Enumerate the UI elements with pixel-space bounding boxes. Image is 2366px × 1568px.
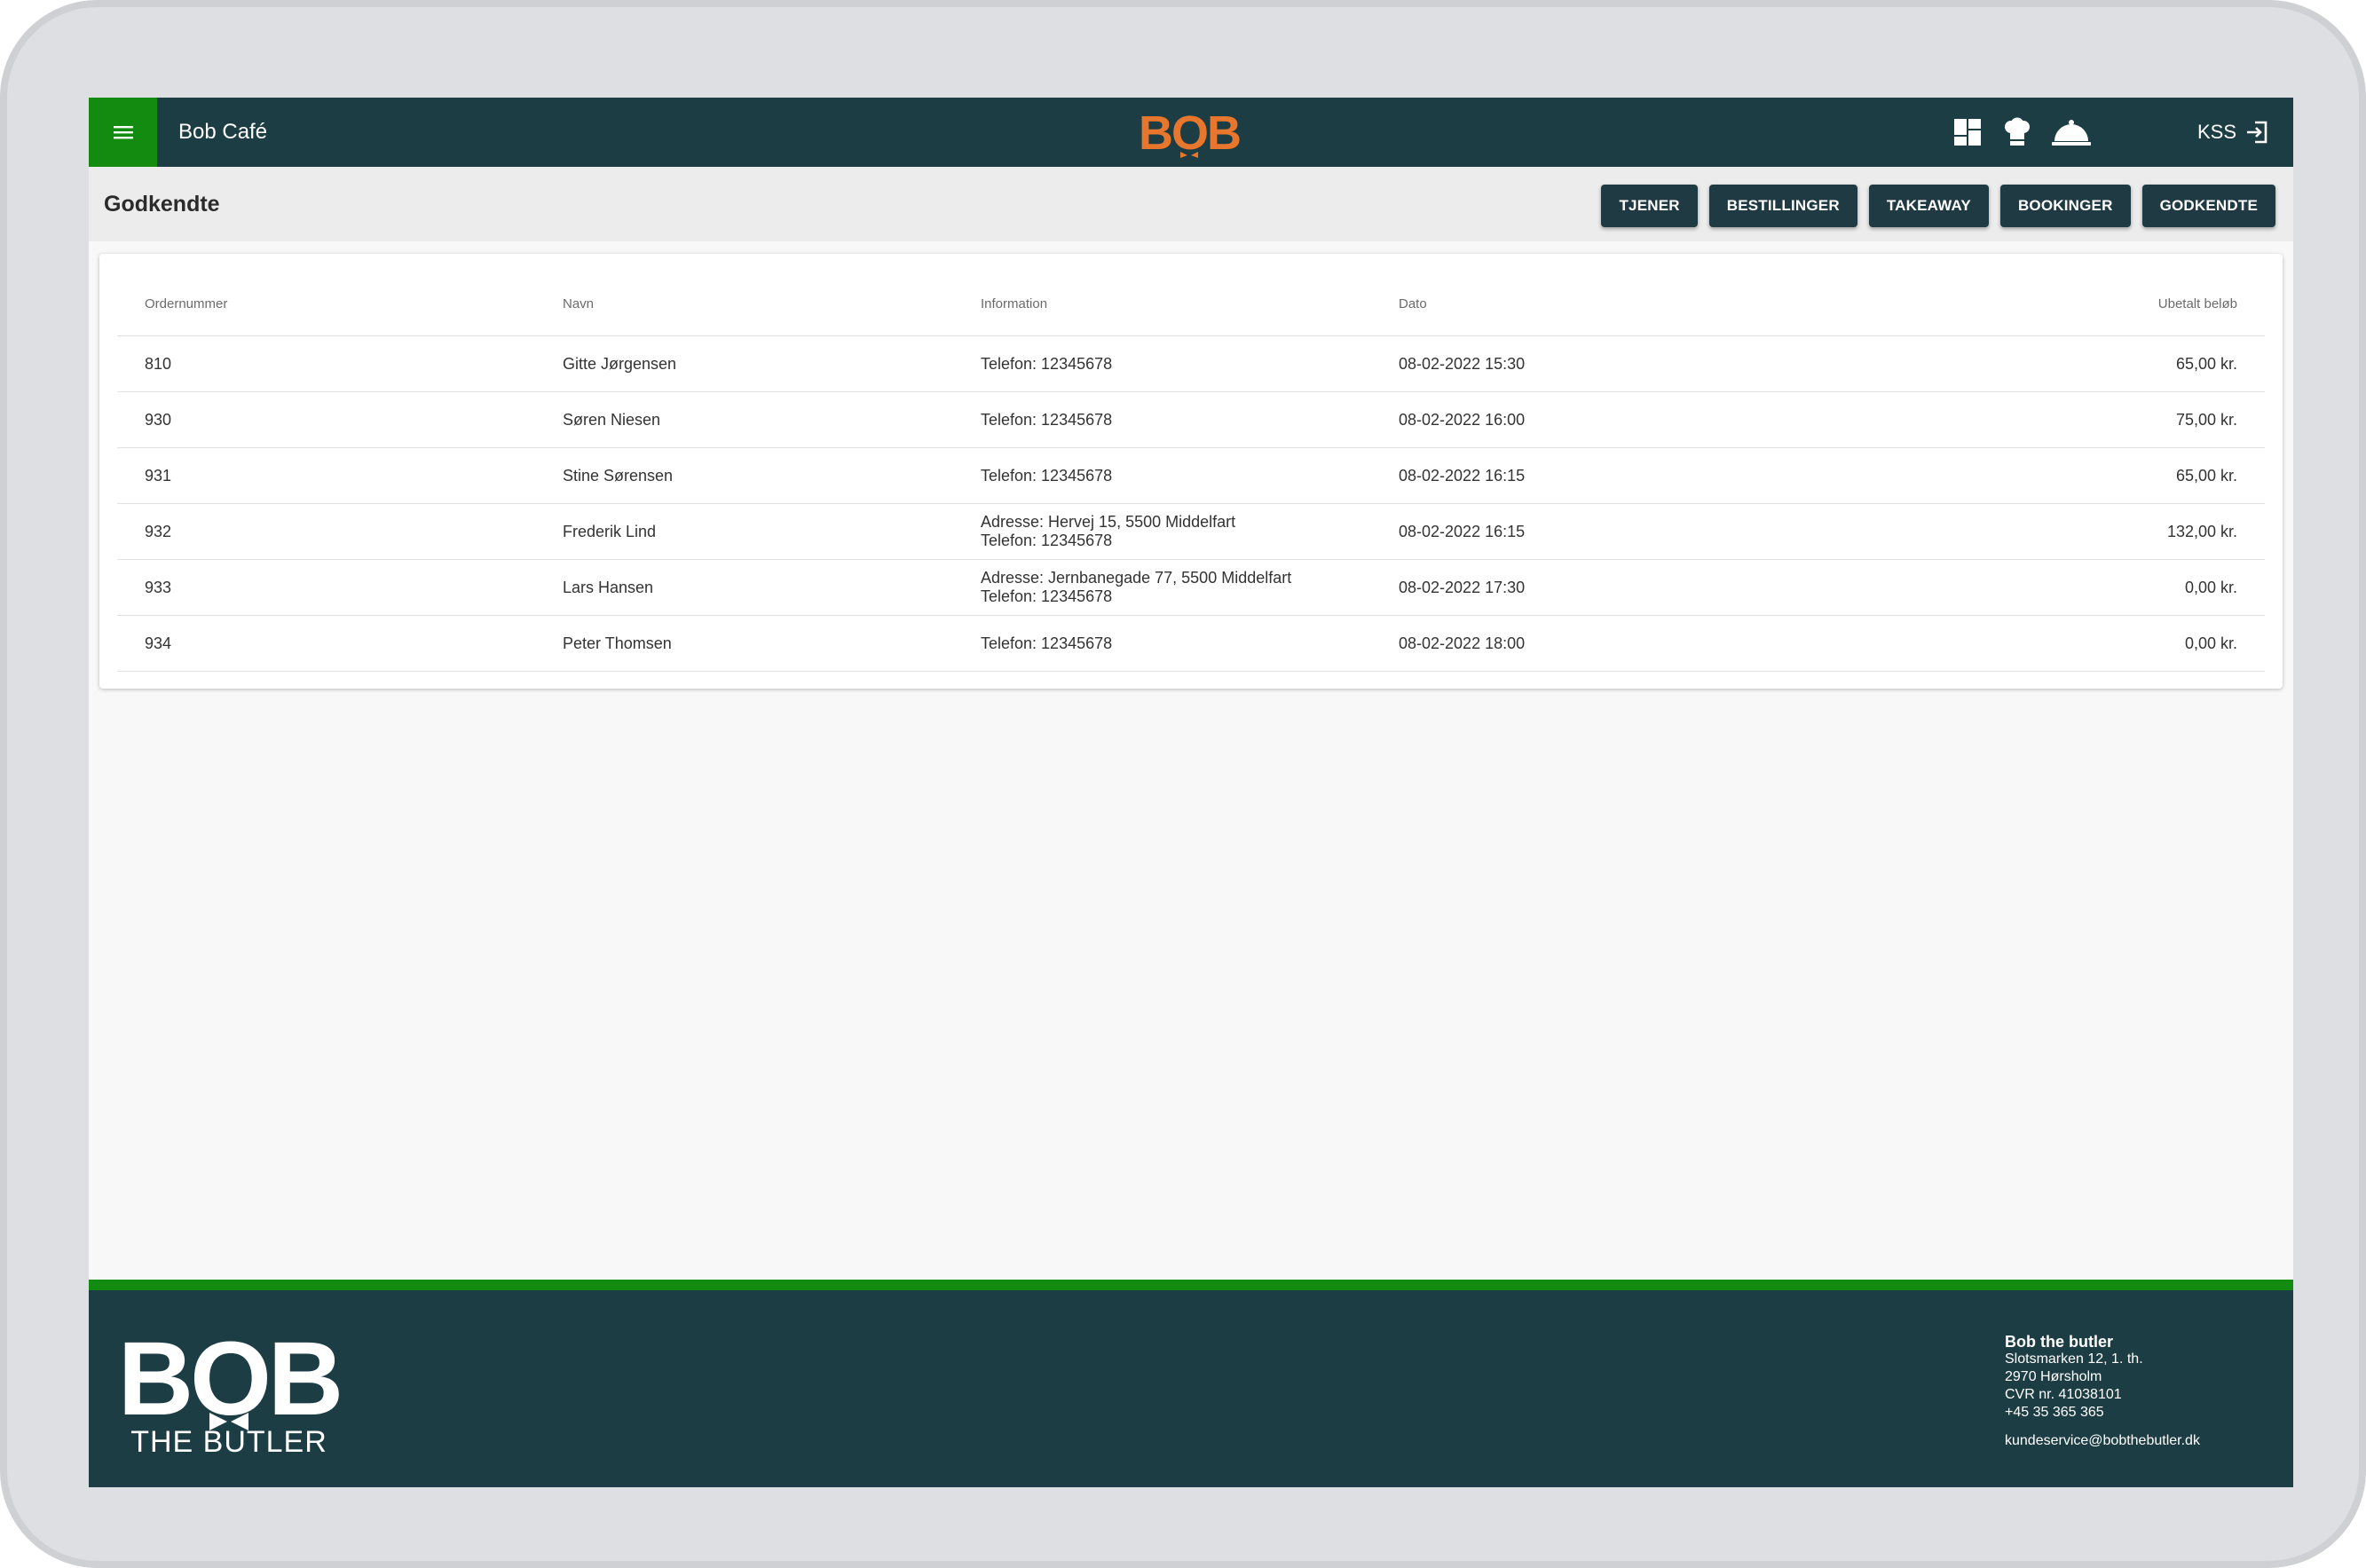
dashboard-button[interactable] (1952, 116, 1983, 148)
unpaid-amount: 0,00 kr. (1789, 559, 2265, 616)
bestillinger-button[interactable]: BESTILLINGER (1708, 185, 1857, 227)
table-header-row: Ordernummer Navn Information Dato Ubetal… (117, 272, 2265, 336)
logout-icon (2247, 121, 2267, 144)
sub-header: Godkendte TJENER BESTILLINGER TAKEAWAY B… (89, 167, 2293, 241)
orders-table: Ordernummer Navn Information Dato Ubetal… (117, 272, 2265, 672)
company-email[interactable]: kundeservice@bobthebutler.dk (2005, 1432, 2200, 1450)
footer-logo-text: BOB (121, 1324, 340, 1438)
unpaid-amount: 0,00 kr. (1789, 615, 2265, 672)
info-line: Telefon: 12345678 (981, 410, 1113, 429)
order-info: Telefon: 12345678 (953, 391, 1371, 448)
cloche-icon (2052, 120, 2091, 146)
column-header-date[interactable]: Dato (1371, 272, 1789, 336)
order-date: 08-02-2022 18:00 (1371, 615, 1789, 672)
company-address-line: 2970 Hørsholm (2005, 1369, 2102, 1384)
order-date: 08-02-2022 16:15 (1371, 447, 1789, 504)
logo-text: BOB (1139, 106, 1240, 158)
bookinger-button[interactable]: BOOKINGER (1999, 185, 2131, 227)
device-frame: Bob Café BOB KSS Godkendte TJENER BESTIL… (0, 0, 2366, 1568)
company-cvr: CVR nr. 41038101 (2005, 1387, 2122, 1402)
user-label: KSS (2196, 121, 2236, 143)
order-number: 933 (117, 559, 535, 616)
order-date: 08-02-2022 17:30 (1371, 559, 1789, 616)
user-logout[interactable]: KSS (2197, 98, 2268, 167)
order-info: Telefon: 12345678 (953, 615, 1371, 672)
order-info: Telefon: 12345678 (953, 447, 1371, 504)
dashboard-icon (1954, 119, 1981, 146)
customer-name: Stine Sørensen (535, 447, 953, 504)
unpaid-amount: 132,00 kr. (1789, 503, 2265, 560)
info-line: Adresse: Hervej 15, 5500 Middelfart (981, 513, 1236, 531)
order-info: Adresse: Hervej 15, 5500 Middelfart Tele… (953, 503, 1371, 560)
info-line: Adresse: Jernbanegade 77, 5500 Middelfar… (981, 569, 1292, 587)
table-row[interactable]: 932 Frederik Lind Adresse: Hervej 15, 55… (117, 503, 2265, 560)
bob-the-butler-logo: BOB THE BUTLER (121, 1324, 343, 1457)
table-row[interactable]: 810 Gitte Jørgensen Telefon: 12345678 08… (117, 335, 2265, 392)
info-line: Telefon: 12345678 (981, 532, 1113, 549)
top-icons (1952, 98, 2092, 167)
order-number: 930 (117, 391, 535, 448)
takeaway-button[interactable]: TAKEAWAY (1868, 185, 1989, 227)
info-line: Telefon: 12345678 (981, 634, 1113, 652)
table-row[interactable]: 934 Peter Thomsen Telefon: 12345678 08-0… (117, 615, 2265, 672)
order-date: 08-02-2022 16:00 (1371, 391, 1789, 448)
godkendte-button[interactable]: GODKENDTE (2141, 185, 2275, 227)
column-header-name[interactable]: Navn (535, 272, 953, 336)
column-header-unpaid-amount[interactable]: Ubetalt beløb (1789, 272, 2265, 336)
info-line: Telefon: 12345678 (981, 587, 1113, 605)
customer-name: Lars Hansen (535, 559, 953, 616)
column-header-order[interactable]: Ordernummer (117, 272, 535, 336)
kitchen-button[interactable] (2001, 116, 2033, 148)
table-row[interactable]: 933 Lars Hansen Adresse: Jernbanegade 77… (117, 559, 2265, 616)
footer-logo-subtitle: THE BUTLER (130, 1425, 327, 1457)
info-line: Telefon: 12345678 (981, 466, 1113, 485)
order-date: 08-02-2022 15:30 (1371, 335, 1789, 392)
service-button[interactable] (2051, 116, 2092, 148)
table-row[interactable]: 930 Søren Niesen Telefon: 12345678 08-02… (117, 391, 2265, 448)
bob-logo: BOB (1139, 106, 1242, 158)
order-info: Telefon: 12345678 (953, 335, 1371, 392)
nav-buttons: TJENER BESTILLINGER TAKEAWAY BOOKINGER G… (1601, 185, 2275, 227)
tjener-button[interactable]: TJENER (1601, 185, 1698, 227)
company-info: Bob the butler Slotsmarken 12, 1. th. 29… (2005, 1333, 2200, 1450)
page-title: Godkendte (104, 192, 220, 217)
orders-card: Ordernummer Navn Information Dato Ubetal… (99, 254, 2283, 689)
order-number: 810 (117, 335, 535, 392)
order-number: 931 (117, 447, 535, 504)
app-screen: Bob Café BOB KSS Godkendte TJENER BESTIL… (89, 98, 2293, 1487)
customer-name: Søren Niesen (535, 391, 953, 448)
customer-name: Gitte Jørgensen (535, 335, 953, 392)
order-number: 932 (117, 503, 535, 560)
order-number: 934 (117, 615, 535, 672)
customer-name: Frederik Lind (535, 503, 953, 560)
unpaid-amount: 75,00 kr. (1789, 391, 2265, 448)
hamburger-icon (113, 126, 133, 139)
chef-hat-icon (2005, 117, 2030, 146)
company-phone: +45 35 365 365 (2005, 1405, 2104, 1420)
company-address-line: Slotsmarken 12, 1. th. (2005, 1351, 2143, 1367)
footer: BOB THE BUTLER Bob the butler Slotsmarke… (89, 1280, 2293, 1487)
column-header-information[interactable]: Information (953, 272, 1371, 336)
info-line: Telefon: 12345678 (981, 354, 1113, 373)
menu-button[interactable] (89, 98, 157, 167)
unpaid-amount: 65,00 kr. (1789, 335, 2265, 392)
unpaid-amount: 65,00 kr. (1789, 447, 2265, 504)
order-info: Adresse: Jernbanegade 77, 5500 Middelfar… (953, 559, 1371, 616)
table-row[interactable]: 931 Stine Sørensen Telefon: 12345678 08-… (117, 447, 2265, 504)
app-title: Bob Café (178, 120, 268, 144)
company-name: Bob the butler (2005, 1333, 2113, 1351)
order-date: 08-02-2022 16:15 (1371, 503, 1789, 560)
customer-name: Peter Thomsen (535, 615, 953, 672)
top-bar: Bob Café BOB KSS (89, 98, 2293, 167)
